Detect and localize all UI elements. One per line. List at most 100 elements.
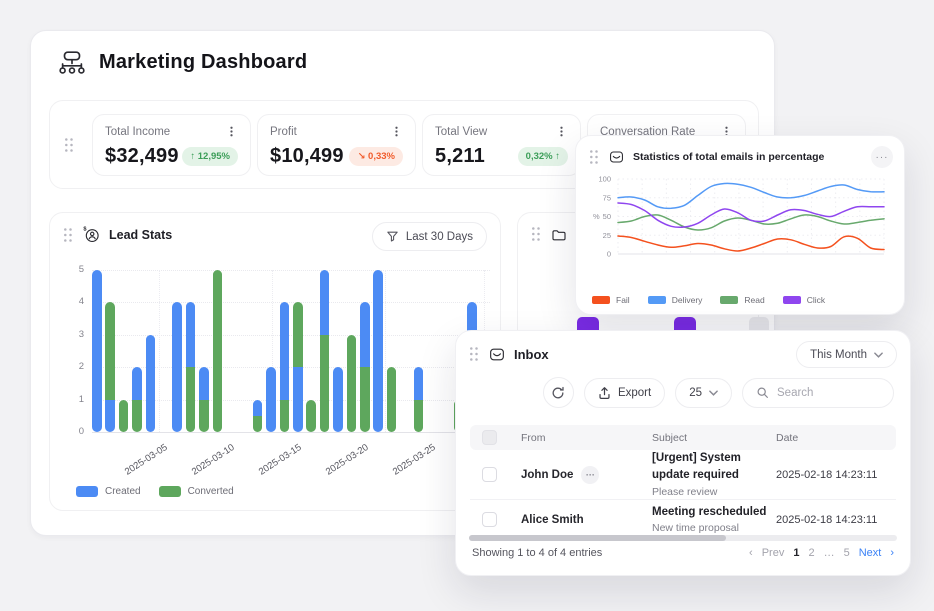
page-item-5[interactable]: 5 [844, 547, 850, 559]
panel-menu-button[interactable]: ··· [871, 146, 893, 168]
drag-handle-icon[interactable] [62, 227, 74, 243]
drag-handle-icon[interactable] [468, 346, 480, 362]
legend-item: Converted [159, 486, 234, 497]
bar [213, 270, 223, 432]
email-stats-title: Statistics of total emails in percentage [633, 151, 824, 163]
stat-card-label: Total Income [105, 126, 170, 138]
legend-item: Click [783, 295, 825, 305]
lead-chart-plot [92, 270, 490, 432]
row-checkbox[interactable] [482, 467, 497, 482]
bar [253, 400, 263, 432]
y-tick-label: 5 [79, 264, 84, 275]
refresh-button[interactable] [543, 377, 574, 408]
subject-preview: Please review [652, 485, 768, 500]
folder-icon [551, 227, 567, 242]
sender-name: John Doe [521, 469, 573, 481]
export-button[interactable]: Export [584, 378, 665, 408]
subject-preview: New time proposal [652, 521, 768, 536]
legend-item: Delivery [648, 295, 703, 305]
email-chart-legend: FailDeliveryReadClick [592, 295, 825, 305]
bar [199, 367, 209, 432]
lead-stats-chart: 012345 2025-03-052025-03-102025-03-15202… [62, 265, 490, 465]
page-item-Prev[interactable]: Prev [762, 547, 785, 559]
legend-label: Created [105, 486, 141, 497]
inbox-title: Inbox [514, 347, 549, 362]
kebab-menu-icon[interactable] [389, 125, 403, 139]
page-title: Marketing Dashboard [99, 51, 307, 74]
bar [293, 302, 303, 432]
trend-badge: ↘ 0,33% [349, 147, 403, 166]
bar [105, 302, 115, 432]
period-label: This Month [810, 349, 867, 361]
sitemap-icon [57, 49, 87, 76]
legend-label: Fail [616, 295, 630, 305]
stat-card-value: $32,499 [105, 145, 179, 168]
y-tick-label: 3 [79, 329, 84, 340]
search-box[interactable] [742, 378, 894, 408]
email-stats-chart: 0255075100% [584, 170, 898, 274]
scrollbar-thumb[interactable] [469, 535, 726, 541]
page-size-value: 25 [689, 387, 702, 399]
search-input[interactable] [777, 387, 880, 399]
drag-handle-icon[interactable] [588, 149, 600, 165]
drag-handle-icon[interactable] [64, 137, 74, 153]
trend-badge: 0,32% ↑ [518, 147, 568, 166]
bar [333, 367, 343, 432]
x-tick-label: 2025-03-05 [123, 442, 170, 478]
stat-card-total-income: Total Income$32,499↑ 12,95% [92, 114, 251, 176]
lead-user-dollar-icon: $ [83, 226, 100, 243]
bar [266, 367, 276, 432]
kebab-menu-icon[interactable] [554, 125, 568, 139]
bar [119, 400, 129, 432]
mail-icon [489, 347, 505, 362]
table-header: From Subject Date [470, 425, 896, 450]
subject-title: [Urgent] System update required [652, 450, 768, 485]
row-menu-button[interactable]: ··· [581, 466, 599, 484]
bar [414, 367, 424, 432]
svg-text:0: 0 [607, 250, 611, 259]
page-item-x[interactable]: ‹ [749, 547, 753, 559]
lead-filter-button[interactable]: Last 30 Days [372, 222, 487, 251]
bar [347, 335, 357, 432]
page-item-Next[interactable]: Next [859, 547, 882, 559]
page-item-1[interactable]: 1 [793, 547, 799, 559]
line-series-fail [618, 236, 884, 251]
y-tick-label: 1 [79, 394, 84, 405]
page-item-2[interactable]: 2 [808, 547, 814, 559]
refresh-icon [551, 386, 565, 400]
line-series-read [618, 215, 884, 230]
stat-card-value: $10,499 [270, 145, 344, 168]
page-size-dropdown[interactable]: 25 [675, 378, 732, 408]
page-item-x[interactable]: › [890, 547, 894, 559]
page-item-x: … [824, 547, 835, 559]
bar [146, 335, 156, 432]
period-dropdown[interactable]: This Month [796, 341, 897, 368]
page-header: Marketing Dashboard [57, 49, 307, 76]
column-subject: Subject [644, 432, 768, 444]
svg-text:50: 50 [603, 212, 611, 221]
horizontal-scrollbar[interactable] [469, 535, 897, 541]
table-row[interactable]: John Doe ··· [Urgent] System update requir… [470, 450, 896, 500]
lead-chart-legend: Created Converted [76, 486, 234, 497]
svg-text:%: % [593, 212, 600, 221]
y-tick-label: 2 [79, 361, 84, 372]
bar [92, 270, 102, 432]
table-body: John Doe ··· [Urgent] System update requir… [470, 450, 896, 539]
y-tick-label: 4 [79, 296, 84, 307]
date-cell: 2025-02-18 14:23:11 [768, 514, 896, 526]
inbox-panel: Inbox This Month [455, 330, 911, 576]
svg-text:75: 75 [603, 193, 611, 202]
legend-item: Fail [592, 295, 630, 305]
from-cell: Alice Smith [512, 514, 644, 526]
table-row[interactable]: Alice SmithMeeting rescheduledNew time p… [470, 500, 896, 539]
bar [320, 270, 330, 432]
bar [132, 367, 142, 432]
lead-chart-x-axis: 2025-03-052025-03-102025-03-152025-03-20… [104, 439, 502, 475]
row-checkbox[interactable] [482, 512, 497, 527]
svg-text:25: 25 [603, 231, 611, 240]
select-all-checkbox[interactable] [482, 430, 497, 445]
legend-label: Click [807, 295, 825, 305]
kebab-menu-icon[interactable] [224, 125, 238, 139]
drag-handle-icon[interactable] [530, 226, 542, 242]
legend-swatch [648, 296, 666, 304]
